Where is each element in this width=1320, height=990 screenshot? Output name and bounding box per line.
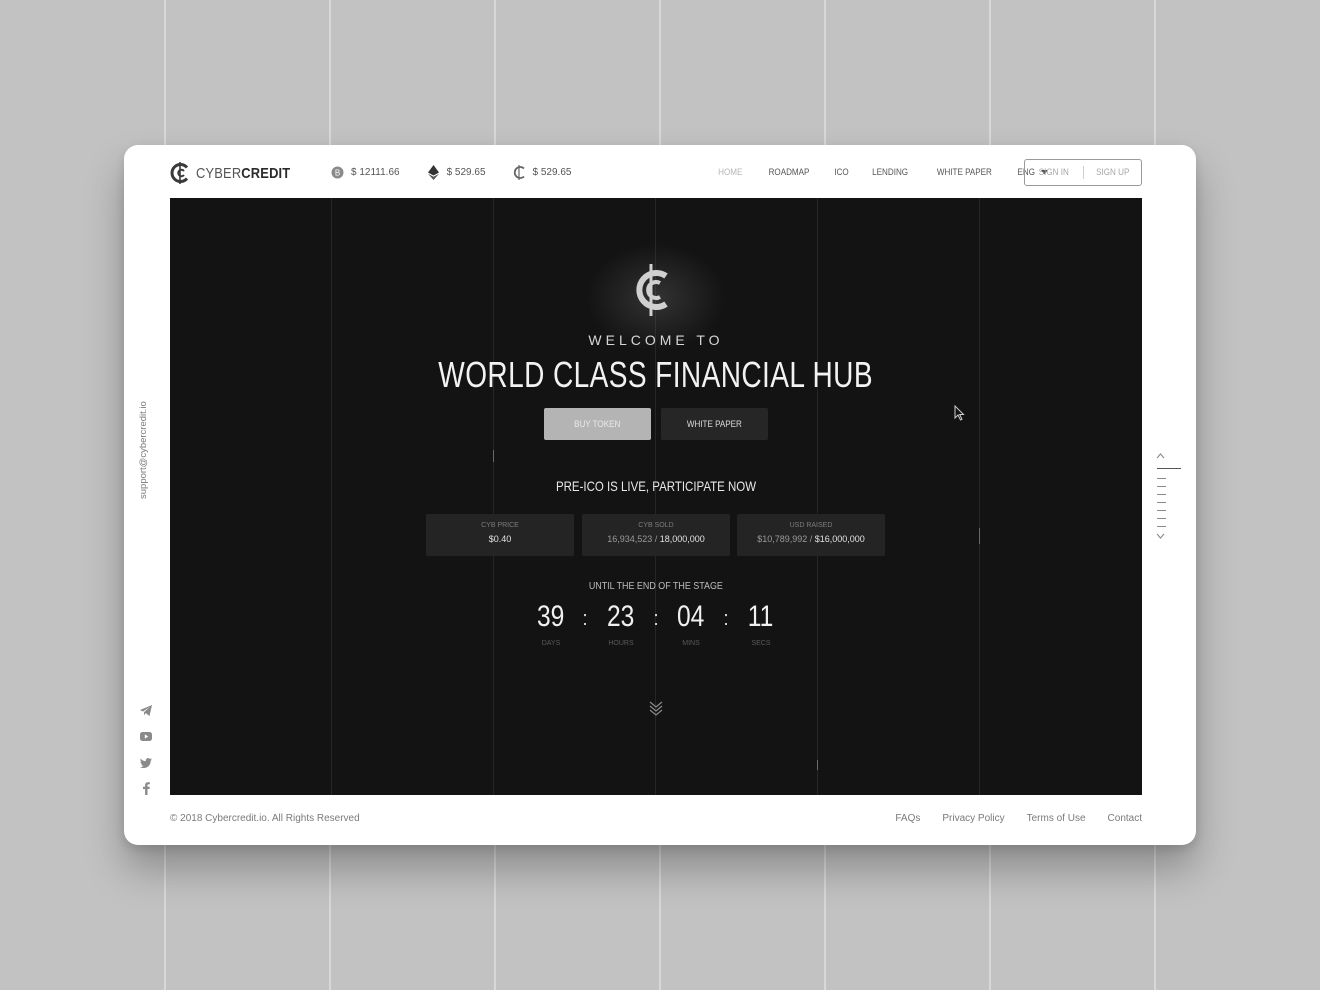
hero-gridline [493, 198, 494, 795]
pager-up-icon[interactable] [1156, 453, 1165, 459]
pager-dot[interactable] [1157, 518, 1166, 519]
hero-gridline [979, 198, 980, 795]
gridline-marker [979, 528, 980, 544]
pager-dot[interactable] [1157, 478, 1166, 479]
stat-value: $0.40 [488, 534, 512, 544]
footer-links: FAQs Privacy Policy Terms of Use Contact [895, 813, 1142, 824]
stat-label: CYB SOLD [638, 522, 674, 529]
hero-section: WELCOME TO WORLD CLASS FINANCIAL HUB BUY… [170, 198, 1142, 795]
pager-down-icon[interactable] [1156, 533, 1165, 539]
bitcoin-icon: B [330, 165, 345, 180]
ethereum-icon [426, 165, 441, 180]
countdown-secs-label: SECS [751, 640, 771, 647]
footer-link-faqs[interactable]: FAQs [895, 813, 920, 824]
social-links [139, 703, 153, 796]
ticker-cybercredit: $ 529.65 [512, 165, 572, 180]
sign-up-button[interactable]: SIGN UP [1088, 167, 1137, 178]
ticker-price: $ 529.65 [532, 167, 572, 178]
pager-dot[interactable] [1157, 486, 1166, 487]
nav-ico[interactable]: ICO [834, 167, 848, 178]
countdown-days: 39 [537, 600, 565, 633]
page-title: WORLD CLASS FINANCIAL HUB [438, 354, 874, 395]
pager-dot[interactable] [1157, 526, 1166, 527]
facebook-icon[interactable] [139, 781, 153, 796]
main-nav: HOME ROADMAP ICO LENDING WHITE PAPER ENG [716, 167, 1049, 178]
gridline-marker [817, 760, 818, 770]
section-pager [1154, 451, 1184, 541]
brand-name: CYBERCREDIT [196, 164, 291, 182]
stat-cyb-sold: CYB SOLD 16,934,523 / 18,000,000 [582, 514, 730, 556]
nav-white-paper[interactable]: WHITE PAPER [937, 167, 992, 178]
hero-gridline [817, 198, 818, 795]
stat-cyb-price: CYB PRICE $0.40 [426, 514, 574, 556]
footer-link-terms[interactable]: Terms of Use [1027, 813, 1086, 824]
hero-gridline [331, 198, 332, 795]
price-tickers: B $ 12111.66 $ 529.65 $ 529.65 [330, 165, 571, 180]
ticker-bitcoin: B $ 12111.66 [330, 165, 400, 180]
countdown-separator: : [723, 608, 729, 630]
countdown-hours-label: HOURS [608, 640, 634, 647]
ticker-ethereum: $ 529.65 [426, 165, 486, 180]
gridline-marker [493, 450, 494, 462]
ticker-price: $ 529.65 [446, 167, 486, 178]
browser-frame: CYBERCREDIT B $ 12111.66 $ 529.65 $ 529.… [124, 145, 1196, 845]
support-email-link[interactable]: support@cybercredit.io [138, 401, 149, 499]
preico-heading: PRE-ICO IS LIVE, PARTICIPATE NOW [555, 478, 757, 494]
stat-value: 16,934,523 / 18,000,000 [607, 534, 705, 544]
white-paper-button[interactable]: WHITE PAPER [661, 408, 768, 440]
pager-dot-active[interactable] [1157, 468, 1181, 469]
brand-logo[interactable]: CYBERCREDIT [170, 159, 306, 187]
cybercredit-logo-icon [170, 162, 189, 184]
telegram-icon[interactable] [139, 703, 153, 718]
svg-text:B: B [335, 169, 340, 178]
buy-token-button[interactable]: BUY TOKEN [544, 408, 651, 440]
welcome-text: WELCOME TO [588, 332, 724, 348]
pager-dot[interactable] [1157, 502, 1166, 503]
sign-in-button[interactable]: SIGN IN [1029, 167, 1078, 178]
countdown-caption: UNTIL THE END OF THE STAGE [588, 580, 724, 592]
copyright-text: © 2018 Cybercredit.io. All Rights Reserv… [170, 813, 360, 824]
auth-divider [1082, 166, 1084, 179]
mouse-cursor-icon [954, 405, 965, 421]
pager-dot[interactable] [1157, 494, 1166, 495]
countdown-mins: 04 [677, 600, 705, 633]
stat-label: USD RAISED [789, 522, 833, 529]
twitter-icon[interactable] [139, 755, 153, 770]
scroll-down-chevron-icon[interactable] [648, 700, 664, 716]
footer-link-privacy[interactable]: Privacy Policy [942, 813, 1004, 824]
nav-lending[interactable]: LENDING [873, 167, 909, 178]
youtube-icon[interactable] [139, 729, 153, 744]
countdown-hours: 23 [607, 600, 635, 633]
footer-link-contact[interactable]: Contact [1108, 813, 1142, 824]
stat-value: $10,789,992 / $16,000,000 [757, 534, 865, 544]
cybercredit-icon [512, 165, 527, 180]
nav-home[interactable]: HOME [718, 167, 742, 178]
nav-roadmap[interactable]: ROADMAP [768, 167, 809, 178]
pager-dot[interactable] [1157, 510, 1166, 511]
countdown-separator: : [582, 608, 588, 630]
countdown-mins-label: MINS [682, 640, 700, 647]
countdown-days-label: DAYS [541, 640, 561, 647]
stat-usd-raised: USD RAISED $10,789,992 / $16,000,000 [737, 514, 885, 556]
hero-logo-icon [636, 264, 668, 316]
stat-label: CYB PRICE [481, 522, 519, 529]
countdown-separator: : [653, 608, 659, 630]
countdown-secs: 11 [748, 600, 774, 633]
ticker-price: $ 12111.66 [351, 167, 400, 178]
auth-box: SIGN IN SIGN UP [1024, 159, 1142, 186]
